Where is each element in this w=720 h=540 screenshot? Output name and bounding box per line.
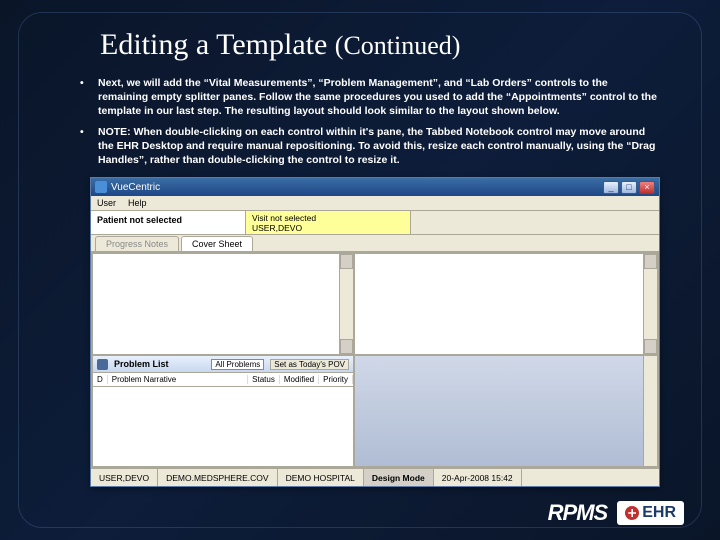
ehr-logo: EHR	[617, 501, 684, 525]
problem-body	[93, 387, 353, 466]
app-icon	[95, 181, 107, 193]
title-continued: (Continued)	[335, 31, 461, 60]
status-facility: DEMO HOSPITAL	[278, 469, 364, 486]
logo-area: RPMS EHR	[548, 500, 684, 526]
appointments-pane[interactable]	[93, 254, 353, 354]
maximize-button[interactable]: □	[621, 181, 637, 194]
ehr-cross-icon	[625, 506, 639, 520]
window-titlebar: VueCentric _ □ ×	[91, 178, 659, 196]
tab-cover-sheet[interactable]: Cover Sheet	[181, 236, 253, 251]
bullet-item: NOTE: When double-clicking on each contr…	[80, 125, 660, 168]
close-button[interactable]: ×	[639, 181, 655, 194]
bullet-item: Next, we will add the “Vital Measurement…	[80, 76, 660, 119]
scrollbar[interactable]	[643, 254, 657, 354]
visit-label: Visit not selected	[252, 213, 404, 223]
info-bar: Patient not selected Visit not selected …	[91, 211, 659, 235]
ehr-text: EHR	[642, 504, 676, 522]
lab-orders-pane[interactable]	[355, 356, 657, 466]
visit-user: USER,DEVO	[252, 223, 404, 233]
menu-bar: User Help	[91, 196, 659, 211]
problem-title: Problem List	[114, 359, 169, 369]
col-status: Status	[248, 375, 280, 384]
status-server: DEMO.MEDSPHERE.COV	[158, 469, 278, 486]
title-main: Editing a Template	[100, 28, 335, 61]
patient-panel[interactable]: Patient not selected	[91, 211, 246, 234]
status-user: USER,DEVO	[91, 469, 158, 486]
window-title: VueCentric	[111, 182, 160, 193]
menu-user[interactable]: User	[97, 198, 116, 208]
problem-pane[interactable]: Problem List All Problems Set as Today's…	[93, 356, 353, 466]
status-datetime: 20-Apr-2008 15:42	[434, 469, 522, 486]
slide-title: Editing a Template (Continued)	[100, 28, 680, 62]
vitals-pane[interactable]	[355, 254, 657, 354]
rpms-logo: RPMS	[548, 500, 608, 526]
col-modified: Modified	[280, 375, 319, 384]
minimize-button[interactable]: _	[603, 181, 619, 194]
col-priority: Priority	[319, 375, 353, 384]
scrollbar[interactable]	[643, 356, 657, 466]
problem-icon	[97, 359, 108, 370]
tab-progress-notes[interactable]: Progress Notes	[95, 236, 179, 251]
tab-bar: Progress Notes Cover Sheet	[91, 235, 659, 252]
col-narrative: Problem Narrative	[108, 375, 248, 384]
menu-help[interactable]: Help	[128, 198, 147, 208]
bullet-list: Next, we will add the “Vital Measurement…	[80, 76, 660, 167]
info-bar-spacer	[411, 211, 659, 234]
problem-filter-select[interactable]: All Problems	[211, 359, 264, 370]
problem-columns: D Problem Narrative Status Modified Prio…	[93, 373, 353, 387]
visit-panel[interactable]: Visit not selected USER,DEVO	[246, 211, 411, 234]
work-area: Problem List All Problems Set as Today's…	[91, 252, 659, 468]
status-mode: Design Mode	[364, 469, 434, 486]
problem-header: Problem List All Problems Set as Today's…	[93, 356, 353, 373]
app-screenshot: VueCentric _ □ × User Help Patient not s…	[90, 177, 660, 487]
scrollbar[interactable]	[339, 254, 353, 354]
col-d: D	[93, 375, 108, 384]
set-pov-button[interactable]: Set as Today's POV	[270, 359, 349, 370]
status-bar: USER,DEVO DEMO.MEDSPHERE.COV DEMO HOSPIT…	[91, 468, 659, 486]
